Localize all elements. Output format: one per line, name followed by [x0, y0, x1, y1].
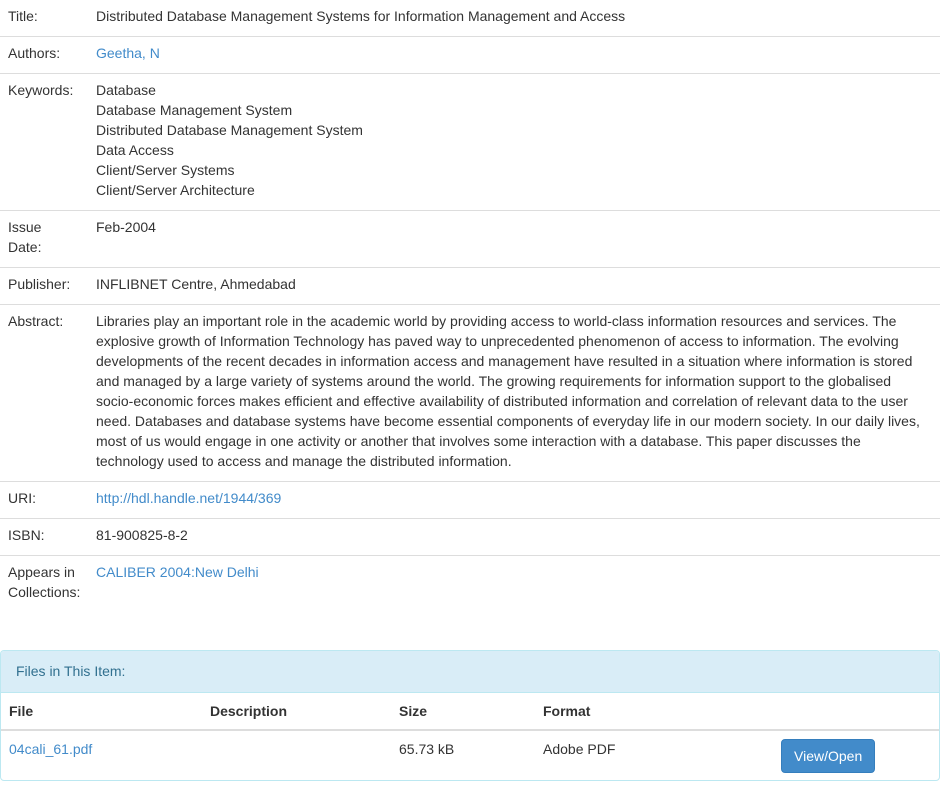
- file-format: Adobe PDF: [543, 741, 616, 757]
- metadata-row-abstract: Abstract: Libraries play an important ro…: [0, 304, 940, 482]
- metadata-row-isbn: ISBN: 81-900825-8-2: [0, 518, 940, 556]
- collections-label-line1: Appears in: [8, 564, 75, 580]
- author-link[interactable]: Geetha, N: [96, 45, 160, 61]
- column-header-description: Description: [202, 693, 391, 731]
- collections-label: Appears in Collections:: [0, 555, 88, 612]
- file-name-link[interactable]: 04cali_61.pdf: [9, 741, 92, 757]
- issue-date-label-line1: Issue: [8, 219, 42, 235]
- column-header-format: Format: [535, 693, 772, 731]
- view-open-button[interactable]: View/Open: [781, 739, 876, 773]
- collections-label-line2: Collections:: [8, 584, 81, 600]
- metadata-row-uri: URI: http://hdl.handle.net/1944/369: [0, 481, 940, 519]
- files-table: File Description Size Format 04cali_61.p…: [1, 693, 939, 780]
- title-label: Title:: [8, 8, 38, 24]
- publisher-value: INFLIBNET Centre, Ahmedabad: [88, 267, 940, 305]
- keyword-item: Client/Server Systems: [96, 162, 235, 178]
- metadata-row-title: Title: Distributed Database Management S…: [0, 0, 940, 37]
- abstract-label: Abstract:: [0, 304, 88, 482]
- publisher-label: Publisher:: [0, 267, 88, 305]
- file-name-cell: 04cali_61.pdf: [1, 730, 202, 780]
- metadata-row-issue-date: Issue Date: Feb-2004: [0, 210, 940, 268]
- keyword-item: Database Management System: [96, 102, 293, 118]
- authors-label: Authors:: [0, 36, 88, 74]
- column-header-size: Size: [391, 693, 535, 731]
- issue-date-label-line2: Date:: [8, 239, 42, 255]
- uri-link[interactable]: http://hdl.handle.net/1944/369: [96, 490, 281, 506]
- keyword-item: Database: [96, 82, 156, 98]
- keyword-item: Data Access: [96, 142, 174, 158]
- files-panel: Files in This Item: File Description Siz…: [0, 650, 940, 781]
- files-panel-heading: Files in This Item:: [1, 651, 939, 693]
- files-table-header: File Description Size Format: [1, 693, 939, 731]
- authors-cell: Geetha, N: [88, 36, 940, 74]
- isbn-value: 81-900825-8-2: [88, 518, 940, 556]
- collections-cell: CALIBER 2004:New Delhi: [88, 555, 940, 612]
- file-row: 04cali_61.pdf 65.73 kB Adobe PDF View/Op…: [1, 730, 939, 780]
- title-value: Distributed Database Management Systems …: [96, 8, 626, 24]
- abstract-value: Libraries play an important role in the …: [88, 304, 940, 482]
- metadata-row-publisher: Publisher: INFLIBNET Centre, Ahmedabad: [0, 267, 940, 305]
- issue-date-value: Feb-2004: [88, 210, 940, 268]
- issue-date-label: Issue Date:: [0, 210, 88, 268]
- keywords-cell: Database Database Management System Dist…: [88, 73, 940, 211]
- uri-label: URI:: [0, 481, 88, 519]
- keyword-item: Distributed Database Management System: [96, 122, 363, 138]
- uri-cell: http://hdl.handle.net/1944/369: [88, 481, 940, 519]
- column-header-file: File: [1, 693, 202, 731]
- metadata-row-authors: Authors: Geetha, N: [0, 36, 940, 74]
- file-size: 65.73 kB: [399, 741, 455, 757]
- metadata-row-keywords: Keywords: Database Database Management S…: [0, 73, 940, 211]
- column-header-action: [772, 693, 939, 731]
- file-description: [202, 730, 391, 780]
- keywords-label: Keywords:: [0, 73, 88, 211]
- metadata-row-collections: Appears in Collections: CALIBER 2004:New…: [0, 555, 940, 612]
- file-action-cell: View/Open: [772, 730, 939, 780]
- isbn-label: ISBN:: [0, 518, 88, 556]
- keyword-item: Client/Server Architecture: [96, 182, 255, 198]
- collection-link[interactable]: CALIBER 2004:New Delhi: [96, 564, 259, 580]
- item-metadata-table: Title: Distributed Database Management S…: [0, 0, 940, 612]
